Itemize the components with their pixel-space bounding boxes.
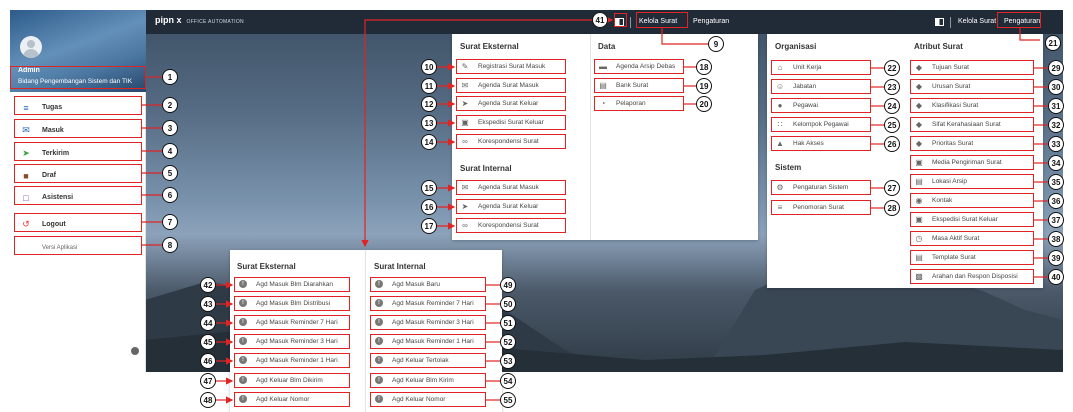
annotation-badge: 1: [162, 69, 178, 85]
annotation-badge: 53: [500, 353, 516, 369]
annotation-badge: 44: [200, 315, 216, 331]
annotation-badge: 52: [500, 334, 516, 350]
annotation-badge: 11: [421, 78, 437, 94]
annotation-badge: 47: [200, 373, 216, 389]
annotation-badge: 42: [200, 277, 216, 293]
annotation-badge: 27: [884, 180, 900, 196]
annotation-badge: 38: [1048, 231, 1064, 247]
annotation-badge: 18: [696, 59, 712, 75]
annotation-badge: 17: [421, 218, 437, 234]
annotation-badge: 19: [696, 78, 712, 94]
annotation-badge: 54: [500, 373, 516, 389]
annotation-badge: 51: [500, 315, 516, 331]
annotation-arrows: [142, 16, 1048, 404]
annotation-badge: 8: [162, 237, 178, 253]
annotation-badge: 6: [162, 187, 178, 203]
annotation-badge: 4: [162, 143, 178, 159]
annotation-badge: 7: [162, 214, 178, 230]
annotation-badge: 36: [1048, 193, 1064, 209]
annotation-badge: 12: [421, 96, 437, 112]
annotation-badge: 50: [500, 296, 516, 312]
annotation-badge: 48: [200, 392, 216, 408]
annotation-badge: 30: [1048, 79, 1064, 95]
annotation-badge: 5: [162, 165, 178, 181]
annotation-badge: 13: [421, 115, 437, 131]
annotation-badge: 9: [708, 36, 724, 52]
annotation-badge: 45: [200, 334, 216, 350]
annotation-badge: 31: [1048, 98, 1064, 114]
annotation-badge: 34: [1048, 155, 1064, 171]
annotation-badge: 14: [421, 134, 437, 150]
annotation-badge: 49: [500, 277, 516, 293]
annotation-badge: 2: [162, 97, 178, 113]
annotation-badge: 10: [421, 59, 437, 75]
annotation-badge: 32: [1048, 117, 1064, 133]
annotation-badge: 46: [200, 353, 216, 369]
annotation-badge: 41: [592, 12, 608, 28]
annotation-badge: 33: [1048, 136, 1064, 152]
annotation-badge: 43: [200, 296, 216, 312]
annotation-badge: 39: [1048, 250, 1064, 266]
annotation-badge: 21: [1045, 35, 1061, 51]
annotation-badge: 29: [1048, 60, 1064, 76]
annotation-badge: 16: [421, 199, 437, 215]
annotation-badge: 3: [162, 120, 178, 136]
annotation-badge: 40: [1048, 269, 1064, 285]
annotation-badge: 35: [1048, 174, 1064, 190]
annotation-badge: 26: [884, 136, 900, 152]
annotation-badge: 15: [421, 180, 437, 196]
annotation-badge: 20: [696, 96, 712, 112]
annotation-badge: 55: [500, 392, 516, 408]
annotation-badge: 28: [884, 200, 900, 216]
annotation-badge: 24: [884, 98, 900, 114]
annotation-badge: 25: [884, 117, 900, 133]
annotation-badge: 22: [884, 60, 900, 76]
annotation-badge: 37: [1048, 212, 1064, 228]
annotation-badge: 23: [884, 79, 900, 95]
